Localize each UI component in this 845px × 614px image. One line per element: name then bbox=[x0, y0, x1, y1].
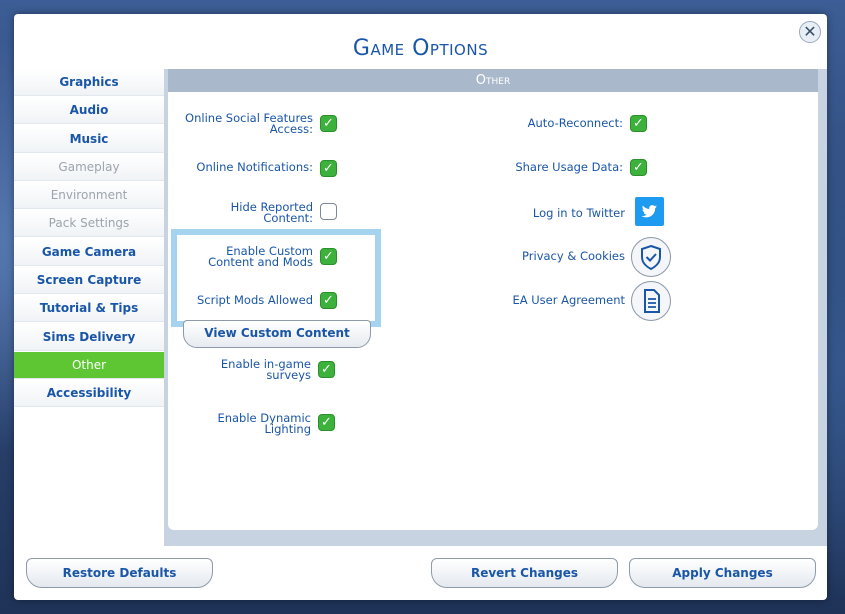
sidebar-item-audio[interactable]: Audio bbox=[14, 97, 164, 125]
auto-reconnect-checkbox[interactable]: ✓ bbox=[630, 115, 647, 132]
game-options-dialog: Game Options ✕ Graphics Audio Music Game… bbox=[14, 14, 827, 600]
enable-surveys-checkbox[interactable]: ✓ bbox=[318, 361, 335, 378]
dialog-title: Game Options bbox=[352, 36, 489, 61]
online-notifications-label: Online Notifications: bbox=[196, 160, 313, 174]
sidebar-item-music[interactable]: Music bbox=[14, 125, 164, 153]
apply-changes-button[interactable]: Apply Changes bbox=[629, 558, 816, 588]
auto-reconnect-label: Auto-Reconnect: bbox=[527, 116, 623, 130]
sidebar-item-gameplay[interactable]: Gameplay bbox=[14, 153, 164, 181]
online-social-features-label: Online Social Features Access: bbox=[185, 111, 313, 136]
sidebar-item-tutorial-tips[interactable]: Tutorial & Tips bbox=[14, 295, 164, 323]
enable-surveys-label: Enable in-game surveys bbox=[220, 357, 311, 382]
sidebar-item-screen-capture[interactable]: Screen Capture bbox=[14, 267, 164, 295]
enable-dynamic-lighting-label: Enable Dynamic Lighting bbox=[217, 411, 311, 436]
sidebar-item-sims-delivery[interactable]: Sims Delivery bbox=[14, 323, 164, 351]
sidebar: Graphics Audio Music Gameplay Environmen… bbox=[14, 69, 164, 409]
revert-changes-button[interactable]: Revert Changes bbox=[431, 558, 618, 588]
sidebar-item-graphics[interactable]: Graphics bbox=[14, 69, 164, 96]
hide-reported-content-checkbox[interactable] bbox=[320, 203, 337, 220]
document-icon[interactable] bbox=[631, 281, 671, 321]
sidebar-item-pack-settings[interactable]: Pack Settings bbox=[14, 210, 164, 238]
privacy-cookies-label[interactable]: Privacy & Cookies bbox=[480, 250, 625, 262]
hide-reported-content-label: Hide Reported Content: bbox=[230, 200, 313, 225]
shield-check-icon[interactable] bbox=[631, 237, 671, 277]
panel-header: Other bbox=[168, 69, 818, 92]
sidebar-item-accessibility[interactable]: Accessibility bbox=[14, 380, 164, 408]
sidebar-item-other[interactable]: Other bbox=[14, 351, 164, 379]
script-mods-allowed-label: Script Mods Allowed bbox=[197, 293, 313, 307]
enable-dynamic-lighting-checkbox[interactable]: ✓ bbox=[318, 414, 335, 431]
view-custom-content-button[interactable]: View Custom Content bbox=[183, 320, 371, 348]
twitter-icon[interactable] bbox=[635, 197, 664, 226]
restore-defaults-button[interactable]: Restore Defaults bbox=[26, 558, 213, 588]
sidebar-item-game-camera[interactable]: Game Camera bbox=[14, 238, 164, 266]
enable-custom-content-label: Enable Custom Content and Mods bbox=[208, 244, 313, 269]
share-usage-data-checkbox[interactable]: ✓ bbox=[630, 159, 647, 176]
script-mods-allowed-checkbox[interactable]: ✓ bbox=[320, 292, 337, 309]
online-social-features-checkbox[interactable]: ✓ bbox=[320, 115, 337, 132]
online-notifications-checkbox[interactable]: ✓ bbox=[320, 160, 337, 177]
ea-user-agreement-label[interactable]: EA User Agreement bbox=[480, 294, 625, 306]
twitter-login-label[interactable]: Log in to Twitter bbox=[480, 207, 625, 219]
sidebar-item-environment[interactable]: Environment bbox=[14, 182, 164, 210]
close-icon[interactable]: ✕ bbox=[799, 21, 821, 43]
share-usage-data-label: Share Usage Data: bbox=[515, 160, 623, 174]
enable-custom-content-checkbox[interactable]: ✓ bbox=[320, 248, 337, 265]
